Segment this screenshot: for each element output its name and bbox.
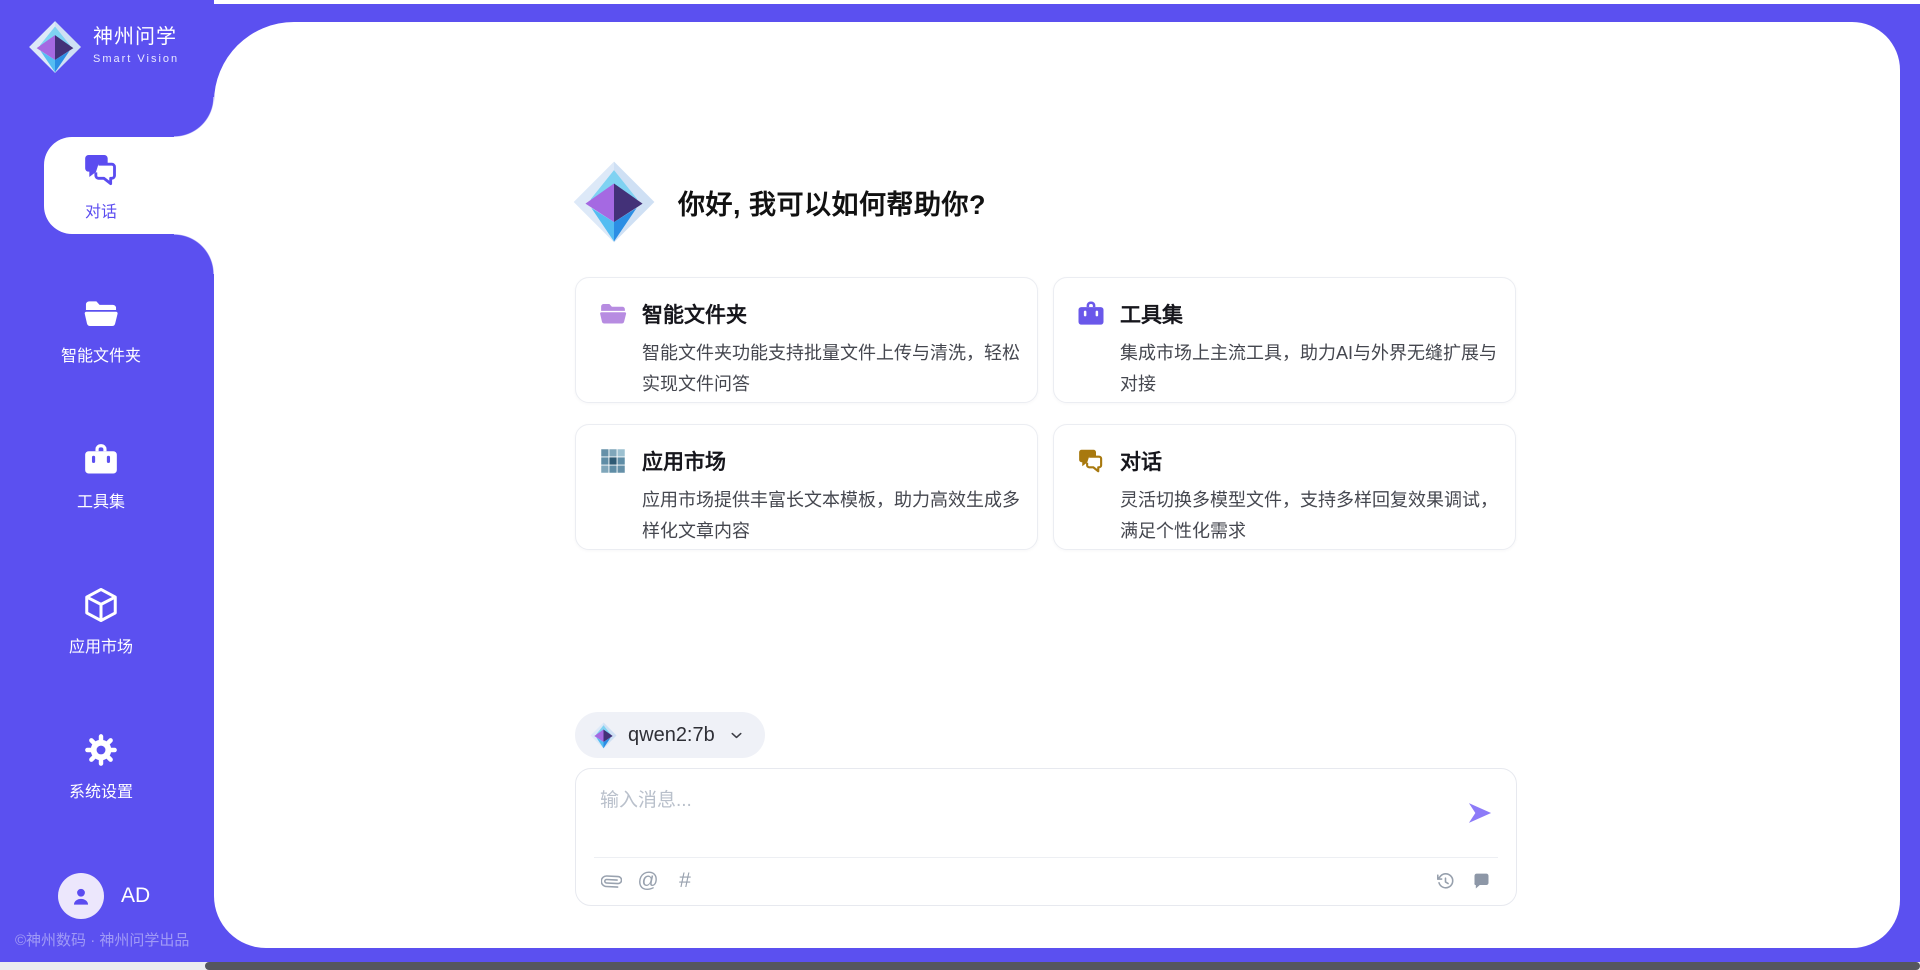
feature-cards: 智能文件夹 智能文件夹功能支持批量文件上传与清洗，轻松实现文件问答 工具集 集成…: [575, 277, 1516, 550]
history-button[interactable]: [1434, 870, 1456, 892]
card-title: 智能文件夹: [642, 299, 747, 329]
card-description: 智能文件夹功能支持批量文件上传与清洗，轻松实现文件问答: [642, 338, 1026, 400]
card-chat[interactable]: 对话 灵活切换多模型文件，支持多样回复效果调试，满足个性化需求: [1053, 424, 1516, 550]
horizontal-scrollbar[interactable]: [0, 962, 1920, 970]
app-grid-icon: [598, 446, 628, 476]
card-app-market[interactable]: 应用市场 应用市场提供丰富长文本模板，助力高效生成多样化文章内容: [575, 424, 1038, 550]
model-selector[interactable]: qwen2:7b: [575, 712, 765, 758]
briefcase-icon: [82, 441, 120, 479]
folder-icon: [598, 299, 628, 329]
sidebar-item-label: 工具集: [77, 488, 125, 512]
send-button[interactable]: [1466, 799, 1494, 827]
sidebar-item-label: 对话: [85, 198, 117, 222]
scrollbar-thumb[interactable]: [205, 962, 1920, 970]
person-icon: [68, 883, 94, 909]
chat-bubble-icon: [1471, 871, 1492, 892]
attach-file-button[interactable]: [600, 870, 622, 892]
sidebar-item-toolset[interactable]: 工具集: [0, 441, 202, 512]
briefcase-icon: [1076, 299, 1106, 329]
sidebar-item-label: 应用市场: [69, 633, 133, 657]
copyright-footer: ©神州数码 · 神州问学出品: [15, 929, 189, 950]
card-title: 工具集: [1120, 299, 1183, 329]
composer-divider: [594, 857, 1498, 858]
hashtag-button[interactable]: #: [674, 870, 696, 892]
chevron-down-icon: [728, 727, 745, 744]
hash-icon: #: [679, 870, 691, 892]
greeting: 你好, 我可以如何帮助你?: [572, 160, 986, 244]
cube-icon: [82, 586, 120, 624]
greeting-text: 你好, 我可以如何帮助你?: [678, 183, 986, 222]
folder-icon: [82, 295, 120, 333]
message-input[interactable]: [598, 785, 1452, 849]
avatar: [58, 873, 104, 919]
chat-icon: [81, 150, 121, 190]
message-composer: @ #: [575, 768, 1517, 906]
sidebar-item-app-market[interactable]: 应用市场: [0, 586, 202, 657]
brand-logo-icon: [28, 20, 82, 74]
brand-name: 神州问学: [93, 20, 179, 49]
user-profile[interactable]: AD: [58, 873, 150, 919]
sidebar-item-settings[interactable]: 系统设置: [0, 731, 202, 802]
card-toolset[interactable]: 工具集 集成市场上主流工具，助力AI与外界无缝扩展与对接: [1053, 277, 1516, 403]
composer-tools-right: [1434, 870, 1492, 892]
model-name: qwen2:7b: [628, 724, 715, 747]
sidebar-item-label: 智能文件夹: [61, 342, 141, 366]
chat-icon: [1076, 446, 1106, 476]
card-description: 集成市场上主流工具，助力AI与外界无缝扩展与对接: [1120, 338, 1504, 400]
mention-button[interactable]: @: [637, 870, 659, 892]
at-sign-icon: @: [637, 870, 658, 892]
sidebar-item-chat[interactable]: 对话: [44, 137, 214, 234]
send-icon: [1466, 799, 1494, 827]
sidebar-item-smart-folder[interactable]: 智能文件夹: [0, 295, 202, 366]
sidebar-background: [0, 0, 214, 8]
card-title: 应用市场: [642, 446, 726, 476]
assistant-logo-icon: [572, 160, 656, 244]
brand: 神州问学 Smart Vision: [28, 20, 179, 74]
app-window: 神州问学 Smart Vision 对话 智能文件夹 工具集 应用市场 系统设置…: [0, 0, 1920, 970]
paperclip-icon: [601, 871, 622, 892]
model-logo-icon: [590, 722, 617, 749]
gear-icon: [82, 731, 120, 769]
sidebar-item-label: 系统设置: [69, 778, 133, 802]
card-smart-folder[interactable]: 智能文件夹 智能文件夹功能支持批量文件上传与清洗，轻松实现文件问答: [575, 277, 1038, 403]
tab-fillet-bottom: [174, 234, 214, 274]
card-title: 对话: [1120, 446, 1162, 476]
tab-fillet-top: [174, 97, 214, 137]
card-description: 应用市场提供丰富长文本模板，助力高效生成多样化文章内容: [642, 485, 1026, 547]
quote-button[interactable]: [1470, 870, 1492, 892]
brand-subtitle: Smart Vision: [93, 53, 179, 65]
user-name: AD: [121, 884, 150, 908]
history-icon: [1435, 871, 1456, 892]
composer-tools-left: @ #: [600, 870, 696, 892]
card-description: 灵活切换多模型文件，支持多样回复效果调试，满足个性化需求: [1120, 485, 1504, 547]
